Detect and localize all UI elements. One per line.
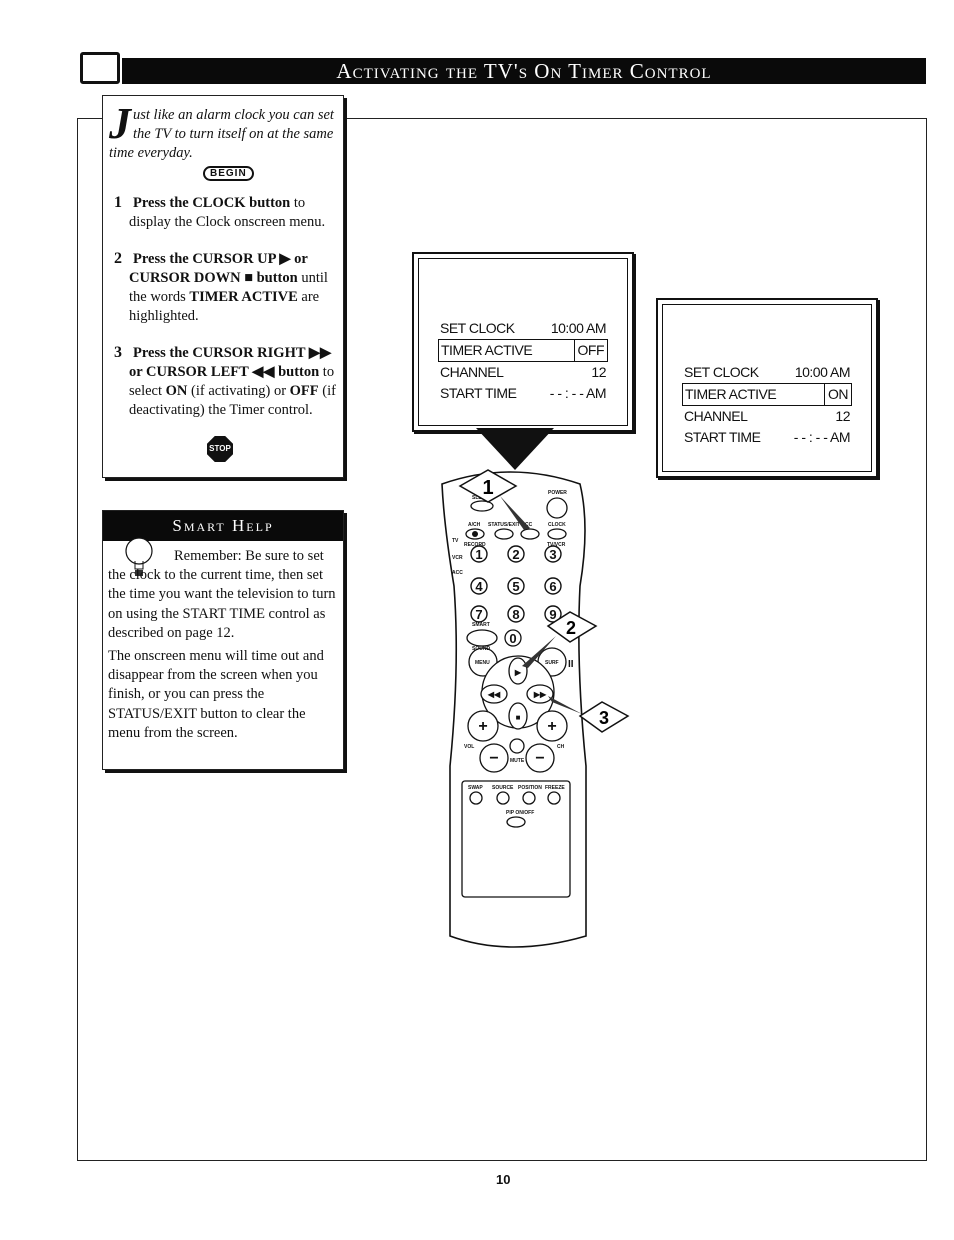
menu-value: OFF [573, 340, 608, 361]
menu-value: - - : - - AM [549, 385, 607, 401]
digit-8-button: 8 [512, 607, 519, 622]
menu-label: TIMER ACTIVE [685, 386, 777, 402]
help-paragraph: Remember: Be sure to set the clock to th… [108, 548, 336, 641]
menu-label: MENU [475, 660, 490, 666]
step-bold: Press the CLOCK button [133, 195, 291, 211]
smart-help-text: Remember: Be sure to set the clock to th… [108, 547, 340, 747]
step-bold: Press the CURSOR UP ▶ or CURSOR DOWN ■ b… [129, 251, 308, 286]
menu-row-highlighted: TIMER ACTIVE OFF [438, 339, 608, 362]
menu-value: 12 [591, 364, 606, 380]
mute-label: MUTE [510, 758, 525, 764]
instructions-box: Just like an alarm clock you can set the… [102, 95, 344, 478]
step-bold: OFF [289, 383, 319, 399]
drop-cap: J [109, 99, 131, 148]
begin-badge: BEGIN [203, 166, 254, 181]
step-3: 3 Press the CURSOR RIGHT ▶▶ or CURSOR LEF… [114, 343, 339, 420]
svg-text:■: ■ [516, 713, 521, 722]
menu-value: 10:00 AM [794, 364, 851, 380]
position-label: POSITION [518, 785, 542, 791]
digit-1-button: 1 [475, 547, 482, 562]
callout-number: 2 [566, 618, 576, 638]
clock-menu: SET CLOCK 10:00 AM TIMER ACTIVE ON CHANNEL… [682, 362, 852, 448]
tv-label: TV [452, 538, 459, 544]
freeze-label: FREEZE [545, 785, 565, 791]
page-number: 10 [496, 1172, 511, 1187]
remote-control: POWER SLEEP A/CH STATUS/EXIT CC CLOCK RE… [441, 469, 630, 948]
svg-text:+: + [547, 718, 556, 735]
menu-label: START TIME [684, 429, 761, 445]
smart-help-box: Smart Help Remember: Be sure to set the … [102, 510, 344, 770]
vcr-label: VCR [452, 555, 463, 561]
step-bold: Press the CURSOR RIGHT ▶▶ or CURSOR LEFT… [129, 345, 332, 380]
menu-row: SET CLOCK 10:00 AM [440, 318, 607, 339]
menu-label: TIMER ACTIVE [441, 342, 533, 358]
callout-number: 3 [599, 708, 609, 728]
menu-label: CHANNEL [684, 408, 748, 424]
menu-row: SET CLOCK 10:00 AM [684, 362, 851, 383]
svg-text:▶▶: ▶▶ [533, 690, 547, 699]
digit-6-button: 6 [549, 579, 556, 594]
step-number: 2 [114, 250, 122, 267]
ch-label: CH [557, 744, 565, 750]
step-2: 2 Press the CURSOR UP ▶ or CURSOR DOWN ■ … [114, 249, 339, 326]
surf-label: SURF [545, 660, 559, 666]
menu-value: - - : - - AM [793, 429, 851, 445]
step-text: (if activating) or [187, 383, 290, 399]
smart-label: SMART [472, 622, 490, 628]
menu-row: START TIME - - : - - AM [684, 427, 851, 448]
pip-label: PIP ON/OFF [506, 810, 534, 816]
intro-lead: ust like an alarm clock you can set the … [109, 107, 334, 161]
intro-text: Just like an alarm clock you can set the… [109, 99, 339, 163]
step-bold: TIMER ACTIVE [189, 289, 298, 305]
menu-value: 12 [835, 408, 850, 424]
menu-value: 10:00 AM [550, 320, 607, 336]
swap-label: SWAP [468, 785, 483, 791]
menu-row: CHANNEL 12 [684, 406, 850, 427]
svg-text:▶: ▶ [514, 668, 522, 677]
digit-4-button: 4 [475, 579, 483, 594]
menu-row: CHANNEL 12 [440, 362, 606, 383]
menu-label: SET CLOCK [684, 364, 759, 380]
step-bold: ON [165, 383, 188, 399]
svg-text:−: − [535, 750, 544, 767]
frame-divider [342, 118, 926, 119]
digit-5-button: 5 [512, 579, 519, 594]
digit-2-button: 2 [512, 547, 519, 562]
clock-label: CLOCK [548, 522, 566, 528]
svg-text:−: − [489, 750, 498, 767]
digit-0-button: 0 [509, 631, 516, 646]
acc-label: ACC [452, 570, 463, 576]
power-label: POWER [548, 490, 567, 496]
step-number: 1 [114, 194, 122, 211]
svg-text:◀◀: ◀◀ [487, 690, 501, 699]
menu-row: START TIME - - : - - AM [440, 383, 607, 404]
step-number: 3 [114, 344, 122, 361]
page-title: Activating the TV's On Timer Control [122, 58, 926, 84]
digit-3-button: 3 [549, 547, 556, 562]
menu-label: SET CLOCK [440, 320, 515, 336]
step-1: 1 Press the CLOCK button to display the C… [114, 193, 339, 232]
tv-screen-timer-off: SET CLOCK 10:00 AM TIMER ACTIVE OFF CHANNE… [412, 252, 634, 432]
clock-menu: SET CLOCK 10:00 AM TIMER ACTIVE OFF CHANNE… [438, 318, 608, 404]
status-label: STATUS/EXIT [488, 522, 520, 528]
callout-number: 1 [482, 477, 493, 499]
tv-screen-timer-on: SET CLOCK 10:00 AM TIMER ACTIVE ON CHANNEL… [656, 298, 878, 478]
sound-label: SOUND [472, 646, 490, 652]
frame-divider [77, 118, 103, 119]
digit-9-button: 9 [549, 607, 556, 622]
menu-row-highlighted: TIMER ACTIVE ON [682, 383, 852, 406]
digit-7-button: 7 [475, 607, 482, 622]
menu-label: CHANNEL [440, 364, 504, 380]
stop-sign-icon: STOP [207, 436, 233, 462]
source-label: SOURCE [492, 785, 514, 791]
pause-label: II [568, 659, 574, 670]
svg-text:+: + [478, 718, 487, 735]
vol-label: VOL [464, 744, 474, 750]
menu-value: ON [824, 384, 851, 405]
help-paragraph: The onscreen menu will time out and disa… [108, 648, 324, 741]
arch-label: A/CH [468, 522, 481, 528]
menu-label: START TIME [440, 385, 517, 401]
page-tab-icon [80, 52, 120, 84]
